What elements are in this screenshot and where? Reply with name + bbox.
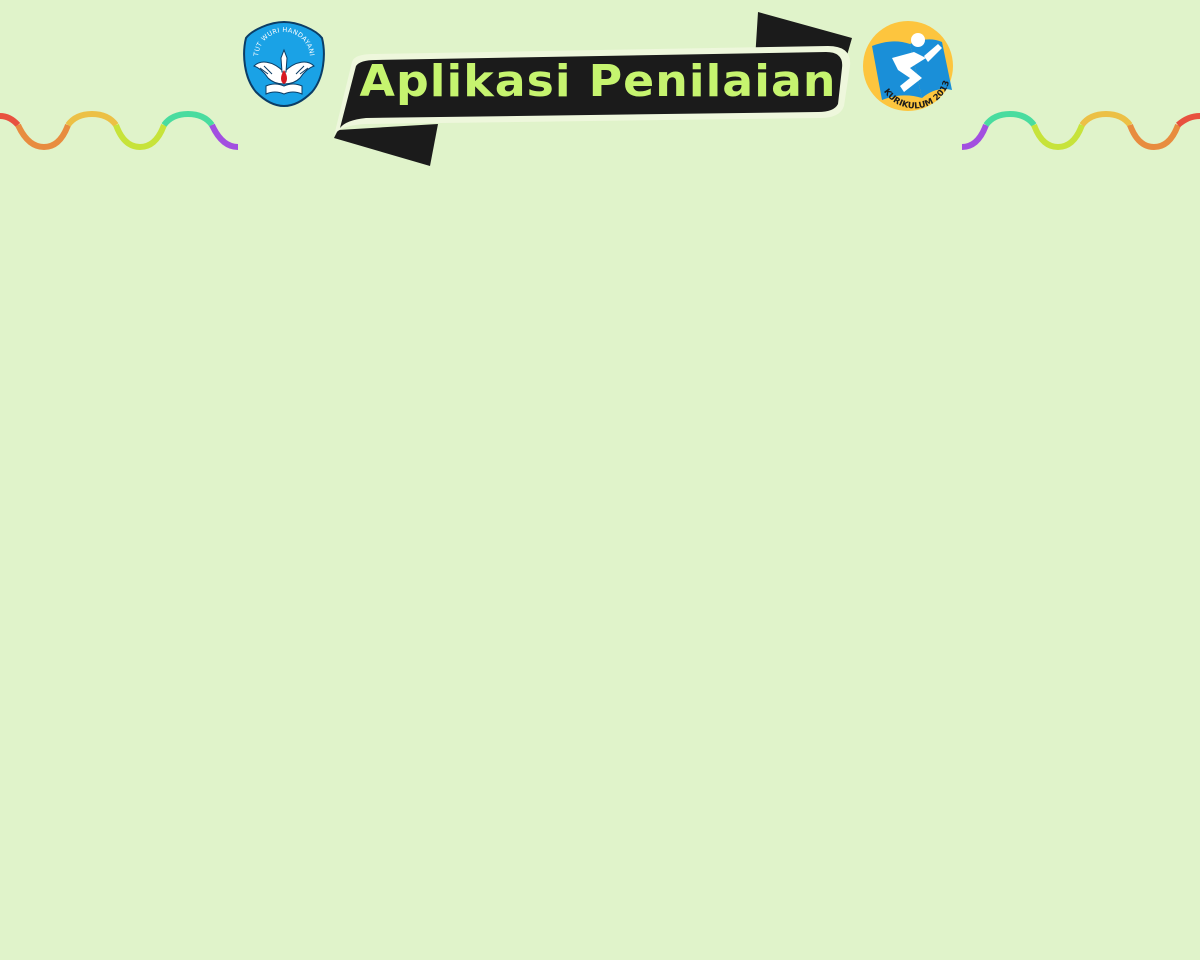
decorative-wave-right xyxy=(961,110,1200,151)
app-header: TUT WURI HANDAYANI Aplikasi Penilaian KU… xyxy=(0,0,1200,175)
decorative-wave-left xyxy=(0,110,239,151)
app-title: Aplikasi Penilaian xyxy=(359,56,837,107)
tut-wuri-handayani-emblem-icon: TUT WURI HANDAYANI xyxy=(243,20,325,108)
main-content-area xyxy=(0,175,1200,960)
kurikulum-2013-logo-icon: KURIKULUM 2013 xyxy=(863,21,953,112)
